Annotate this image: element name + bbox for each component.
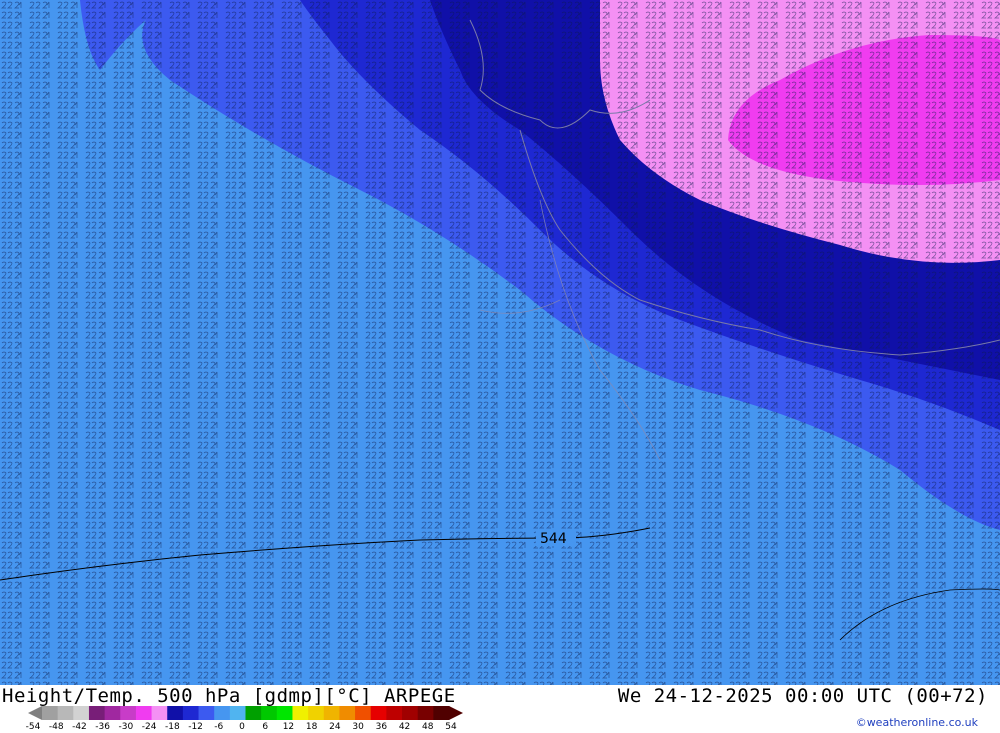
scale-tick-label: 48 — [422, 722, 434, 732]
credit-link[interactable]: ©weatheronline.co.uk — [856, 716, 978, 729]
scale-tick-label: -18 — [164, 722, 180, 732]
scale-swatch — [402, 706, 419, 720]
scale-swatch — [229, 706, 246, 720]
scale-swatch — [104, 706, 121, 720]
scale-tick-label: 54 — [445, 722, 457, 732]
scale-tick-label: -54 — [25, 722, 41, 732]
scale-tick-label: -36 — [95, 722, 111, 732]
scale-swatch — [151, 706, 168, 720]
scale-tick-label: 6 — [262, 722, 269, 732]
scale-swatch — [135, 706, 153, 720]
scale-tick-label: -30 — [118, 722, 134, 732]
scale-swatch — [245, 706, 262, 720]
scale-swatch — [417, 706, 434, 720]
scale-swatch — [73, 706, 90, 720]
scale-swatch — [88, 706, 106, 720]
scale-swatch — [308, 706, 325, 720]
contour-label-544: 544 — [540, 531, 567, 547]
scale-swatch — [214, 706, 231, 720]
scale-swatch — [339, 706, 356, 720]
scale-tick-label: 36 — [375, 722, 388, 732]
scale-tick-label: -12 — [188, 722, 203, 732]
scale-swatch — [323, 706, 340, 720]
scale-swatch — [182, 706, 200, 720]
scale-swatch — [276, 706, 293, 720]
scale-swatch — [292, 706, 309, 720]
scale-tick-label: -24 — [141, 722, 157, 732]
scale-arrow-right — [449, 706, 463, 720]
scale-tick-label: 12 — [282, 722, 295, 732]
scale-tick-label: -6 — [214, 722, 224, 732]
scale-swatch — [386, 706, 403, 720]
scale-swatch — [370, 706, 387, 720]
scale-swatch — [57, 706, 74, 720]
scale-swatch — [433, 706, 450, 720]
scale-swatch — [261, 706, 278, 720]
valid-time: We 24-12-2025 00:00 UTC (00+72) — [617, 685, 988, 707]
color-scale-labels: -54 -48 -42 -36 -30 -24 -18 -12 -6 0 6 12 18 24 30 36 42… — [26, 722, 463, 733]
scale-arrow-left — [28, 706, 42, 720]
color-scale — [28, 706, 463, 720]
scale-swatch — [42, 706, 59, 720]
scale-tick-label: 42 — [398, 722, 411, 732]
scale-swatch — [355, 706, 372, 720]
scale-tick-label: 18 — [305, 722, 318, 732]
map-title: Height/Temp. 500 hPa [gdmp][°C] ARPEGE — [2, 685, 456, 707]
weather-map: 544 — [0, 0, 1000, 685]
scale-tick-label: -42 — [72, 722, 87, 732]
numeric-texture — [0, 0, 1000, 685]
scale-tick-label: 0 — [239, 722, 245, 732]
map-canvas: 544 — [0, 0, 1000, 685]
scale-tick-label: -48 — [48, 722, 64, 732]
scale-swatch — [198, 706, 215, 720]
map-footer: Height/Temp. 500 hPa [gdmp][°C] ARPEGE W… — [0, 685, 1000, 733]
scale-tick-label: 30 — [352, 722, 364, 732]
scale-swatch — [167, 706, 184, 720]
scale-tick-label: 24 — [329, 722, 341, 732]
scale-swatch — [120, 706, 137, 720]
